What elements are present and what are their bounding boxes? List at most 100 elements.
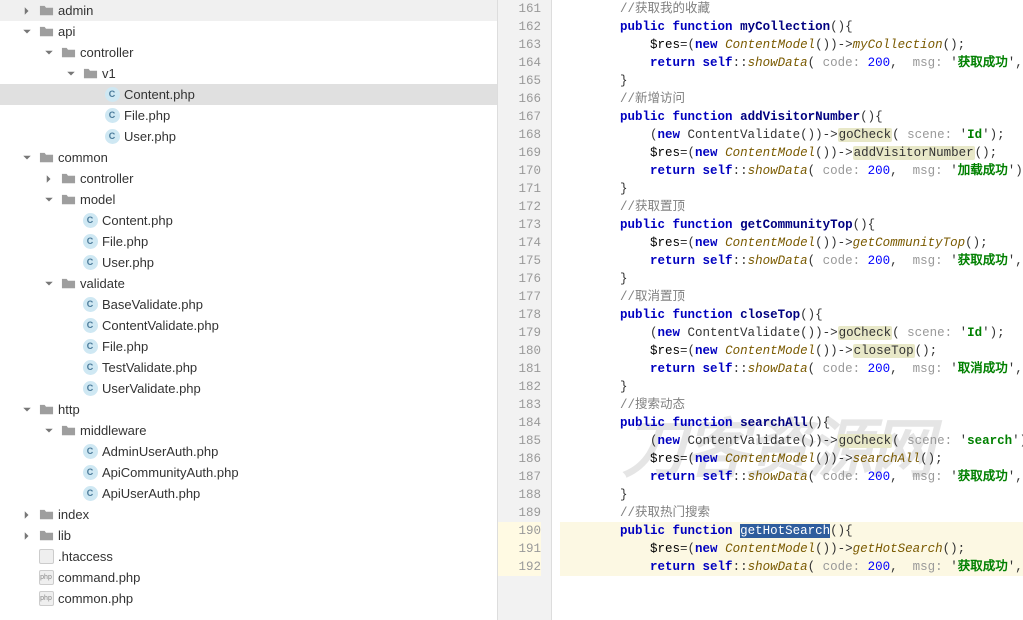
code-line[interactable]: public function getCommunityTop(){ [560, 216, 1023, 234]
tree-folder[interactable]: http [0, 399, 497, 420]
tree-file[interactable]: CUser.php [0, 252, 497, 273]
code-line[interactable]: return self::showData( code: 200, msg: '… [560, 468, 1023, 486]
code-line[interactable]: (new ContentValidate())->goCheck( scene:… [560, 324, 1023, 342]
tree-folder[interactable]: common [0, 147, 497, 168]
code-line[interactable]: //获取我的收藏 [560, 0, 1023, 18]
code-line[interactable]: } [560, 180, 1023, 198]
line-number[interactable]: 162 [498, 18, 541, 36]
chevron-right-icon[interactable] [20, 508, 34, 522]
tree-file[interactable]: CFile.php [0, 105, 497, 126]
tree-folder[interactable]: api [0, 21, 497, 42]
line-number[interactable]: 182 [498, 378, 541, 396]
chevron-down-icon[interactable] [42, 46, 56, 60]
tree-file[interactable]: CApiCommunityAuth.php [0, 462, 497, 483]
code-line[interactable]: return self::showData( code: 200, msg: '… [560, 360, 1023, 378]
line-number[interactable]: 188 [498, 486, 541, 504]
line-number[interactable]: 170 [498, 162, 541, 180]
tree-file[interactable]: CContent.php [0, 210, 497, 231]
code-line[interactable]: $res=(new ContentModel())->searchAll(); [560, 450, 1023, 468]
line-number[interactable]: 184 [498, 414, 541, 432]
line-number[interactable]: 165 [498, 72, 541, 90]
tree-file[interactable]: CFile.php [0, 336, 497, 357]
line-number[interactable]: 179 [498, 324, 541, 342]
line-number[interactable]: 173 [498, 216, 541, 234]
chevron-down-icon[interactable] [20, 25, 34, 39]
chevron-down-icon[interactable] [64, 67, 78, 81]
code-line[interactable]: return self::showData( code: 200, msg: '… [560, 162, 1023, 180]
line-number[interactable]: 183 [498, 396, 541, 414]
code-line[interactable]: return self::showData( code: 200, msg: '… [560, 54, 1023, 72]
code-line[interactable]: } [560, 270, 1023, 288]
chevron-down-icon[interactable] [20, 403, 34, 417]
tree-folder[interactable]: admin [0, 0, 497, 21]
code-line[interactable]: public function getHotSearch(){ [560, 522, 1023, 540]
chevron-right-icon[interactable] [42, 172, 56, 186]
line-number[interactable]: 167 [498, 108, 541, 126]
chevron-right-icon[interactable] [20, 4, 34, 18]
tree-file[interactable]: CTestValidate.php [0, 357, 497, 378]
line-number[interactable]: 176 [498, 270, 541, 288]
code-line[interactable]: $res=(new ContentModel())->myCollection(… [560, 36, 1023, 54]
tree-folder[interactable]: v1 [0, 63, 497, 84]
tree-folder[interactable]: lib [0, 525, 497, 546]
line-number[interactable]: 164 [498, 54, 541, 72]
line-number[interactable]: 161 [498, 0, 541, 18]
code-line[interactable]: public function myCollection(){ [560, 18, 1023, 36]
tree-file[interactable]: CBaseValidate.php [0, 294, 497, 315]
tree-folder[interactable]: validate [0, 273, 497, 294]
code-line[interactable]: return self::showData( code: 200, msg: '… [560, 252, 1023, 270]
code-line[interactable]: //取消置顶 [560, 288, 1023, 306]
line-number[interactable]: 192 [498, 558, 541, 576]
line-number[interactable]: 186 [498, 450, 541, 468]
line-number[interactable]: 166 [498, 90, 541, 108]
chevron-down-icon[interactable] [20, 151, 34, 165]
tree-file[interactable]: CContentValidate.php [0, 315, 497, 336]
code-line[interactable]: public function searchAll(){ [560, 414, 1023, 432]
line-number[interactable]: 169 [498, 144, 541, 162]
line-number[interactable]: 175 [498, 252, 541, 270]
line-number[interactable]: 178 [498, 306, 541, 324]
tree-file[interactable]: phpcommon.php [0, 588, 497, 609]
tree-file[interactable]: phpcommand.php [0, 567, 497, 588]
tree-folder[interactable]: controller [0, 168, 497, 189]
code-line[interactable]: //获取热门搜索 [560, 504, 1023, 522]
project-tree[interactable]: adminapicontrollerv1CContent.phpCFile.ph… [0, 0, 498, 620]
tree-file[interactable]: CApiUserAuth.php [0, 483, 497, 504]
line-number[interactable]: 172 [498, 198, 541, 216]
line-number[interactable]: 181 [498, 360, 541, 378]
tree-file[interactable]: CContent.php [0, 84, 497, 105]
line-number[interactable]: 191 [498, 540, 541, 558]
code-line[interactable]: //新增访问 [560, 90, 1023, 108]
line-number[interactable]: 171 [498, 180, 541, 198]
code-line[interactable]: $res=(new ContentModel())->addVisitorNum… [560, 144, 1023, 162]
chevron-down-icon[interactable] [42, 193, 56, 207]
code-editor[interactable]: 161162163164165166167168169170171172173 1… [498, 0, 1023, 620]
line-number[interactable]: 187 [498, 468, 541, 486]
line-number[interactable]: 163 [498, 36, 541, 54]
code-line[interactable]: (new ContentValidate())->goCheck( scene:… [560, 126, 1023, 144]
code-line[interactable]: } [560, 378, 1023, 396]
line-number[interactable]: 180 [498, 342, 541, 360]
code-line[interactable]: $res=(new ContentModel())->closeTop(); [560, 342, 1023, 360]
code-line[interactable]: (new ContentValidate())->goCheck( scene:… [560, 432, 1023, 450]
tree-file[interactable]: CFile.php [0, 231, 497, 252]
code-line[interactable]: //搜索动态 [560, 396, 1023, 414]
tree-folder[interactable]: controller [0, 42, 497, 63]
code-line[interactable]: //获取置顶 [560, 198, 1023, 216]
line-number[interactable]: 189 [498, 504, 541, 522]
line-number[interactable]: 190 [498, 522, 541, 540]
tree-file[interactable]: CUser.php [0, 126, 497, 147]
tree-folder[interactable]: middleware [0, 420, 497, 441]
chevron-down-icon[interactable] [42, 277, 56, 291]
code-line[interactable]: } [560, 486, 1023, 504]
code-line[interactable]: $res=(new ContentModel())->getHotSearch(… [560, 540, 1023, 558]
code-line[interactable]: return self::showData( code: 200, msg: '… [560, 558, 1023, 576]
line-number[interactable]: 168 [498, 126, 541, 144]
code-line[interactable]: $res=(new ContentModel())->getCommunityT… [560, 234, 1023, 252]
tree-folder[interactable]: index [0, 504, 497, 525]
code-line[interactable]: public function addVisitorNumber(){ [560, 108, 1023, 126]
chevron-right-icon[interactable] [20, 529, 34, 543]
line-number[interactable]: 177 [498, 288, 541, 306]
chevron-down-icon[interactable] [42, 424, 56, 438]
tree-file[interactable]: CAdminUserAuth.php [0, 441, 497, 462]
